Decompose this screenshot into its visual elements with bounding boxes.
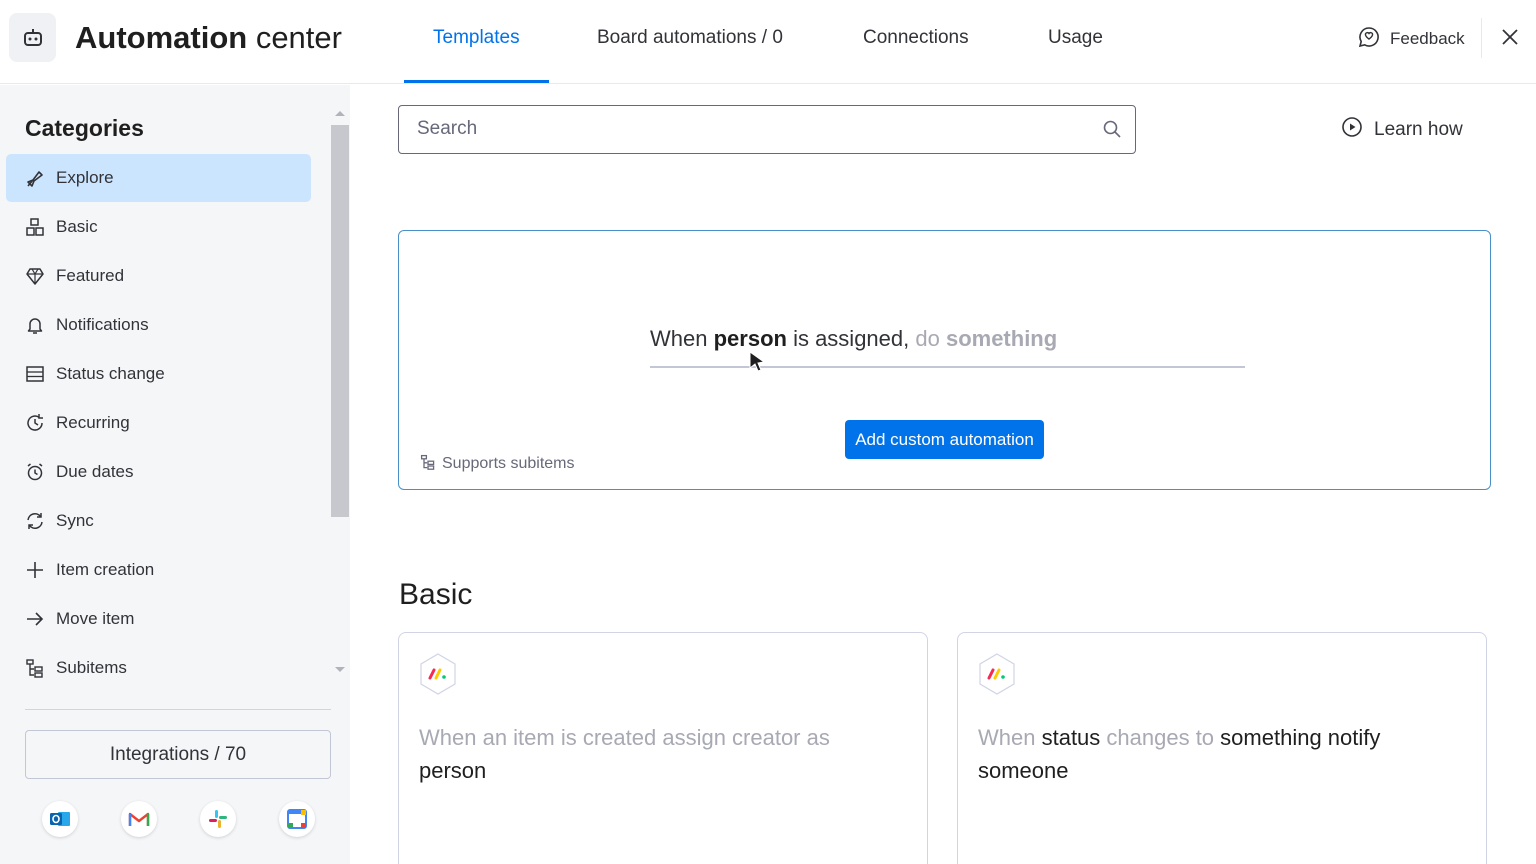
supports-subitems-label: Supports subitems [442,455,575,472]
recipe-underline [650,366,1245,368]
mouse-cursor-icon [748,350,768,374]
add-custom-automation-button[interactable]: Add custom automation [845,420,1044,459]
play-icon [1341,116,1363,144]
sidebar-item-status-change[interactable]: Status change [6,350,311,398]
feedback-button[interactable]: Feedback [1358,26,1465,52]
search-icon[interactable] [1102,119,1122,139]
sidebar-item-label: Recurring [56,413,130,432]
status-icon [25,364,45,384]
bell-icon [25,315,45,335]
sidebar-item-due-dates[interactable]: Due dates [6,448,311,496]
basic-icon [25,217,45,237]
sidebar-item-label: Move item [56,609,135,628]
subitems-icon [25,658,45,678]
tab-templates[interactable]: Templates [433,24,520,52]
sidebar-item-label: Item creation [56,560,155,579]
template-card[interactable]: When status changes to something notify … [957,632,1487,864]
sidebar-item-explore[interactable]: Explore [6,154,311,202]
search-input[interactable] [417,106,1097,152]
sync-icon [25,511,45,531]
header-divider [1481,18,1482,58]
template-description: When an item is created assign creator a… [419,725,830,783]
sidebar-item-sync[interactable]: Sync [6,497,311,545]
alarm-icon [25,462,45,482]
plus-icon [25,560,45,580]
categories-sidebar: Categories Explore Basic Featured Notifi… [0,85,350,864]
arrow-right-icon [25,609,45,629]
template-card[interactable]: When an item is created assign creator a… [398,632,928,864]
sidebar-item-label: Due dates [56,462,134,481]
sidebar-item-recurring[interactable]: Recurring [6,399,311,447]
gmail-icon[interactable] [121,801,157,837]
tab-board-automations[interactable]: Board automations / 0 [597,24,783,52]
tab-connections[interactable]: Connections [863,24,969,52]
slack-icon[interactable] [200,801,236,837]
close-button[interactable] [1497,26,1523,52]
diamond-icon [25,266,45,286]
sidebar-item-label: Sync [56,511,94,530]
tab-usage[interactable]: Usage [1048,24,1103,52]
sidebar-item-label: Featured [56,266,125,285]
custom-recipe-sentence[interactable]: When person is assigned, do something [650,326,1057,352]
sidebar-item-label: Notifications [56,315,149,334]
learn-how-link[interactable]: Learn how [1341,116,1463,144]
supports-subitems-note: Supports subitems [420,454,575,474]
sidebar-item-item-creation[interactable]: Item creation [6,546,311,594]
categories-title: Categories [25,115,144,141]
sidebar-item-featured[interactable]: Featured [6,252,311,300]
sidebar-item-label: Basic [56,217,98,236]
sidebar-divider [25,709,331,710]
sidebar-item-move-item[interactable]: Move item [6,595,311,643]
sidebar-item-notifications[interactable]: Notifications [6,301,311,349]
explore-icon [25,168,45,188]
robot-icon [9,13,56,62]
learn-how-label: Learn how [1374,119,1463,140]
scroll-up-arrow[interactable] [335,111,345,116]
sidebar-item-label: Explore [56,168,114,187]
monday-logo-icon [419,653,457,695]
feedback-label: Feedback [1390,29,1465,48]
subitems-icon [420,454,436,475]
integrations-button[interactable]: Integrations / 70 [25,730,331,779]
sidebar-scrollbar[interactable] [331,125,349,517]
app-title: Automation center [75,20,342,55]
recurring-icon [25,413,45,433]
sidebar-item-label: Status change [56,364,165,383]
section-title-basic: Basic [399,578,473,611]
search-field[interactable] [398,105,1136,154]
google-calendar-icon[interactable] [279,801,315,837]
monday-logo-icon [978,653,1016,695]
active-tab-indicator [404,80,549,83]
template-description: When status changes to something notify … [978,725,1381,783]
outlook-icon[interactable] [42,801,78,837]
recipe-person-field[interactable]: person [714,326,787,351]
close-icon [1501,28,1519,51]
sidebar-item-subitems[interactable]: Subitems [6,644,311,692]
sidebar-item-label: Subitems [56,658,127,677]
sidebar-item-basic[interactable]: Basic [6,203,311,251]
scroll-down-arrow[interactable] [335,667,345,672]
recipe-something-field[interactable]: something [946,326,1057,351]
feedback-icon [1358,26,1380,53]
top-header: Automation center Templates Board automa… [0,0,1536,84]
